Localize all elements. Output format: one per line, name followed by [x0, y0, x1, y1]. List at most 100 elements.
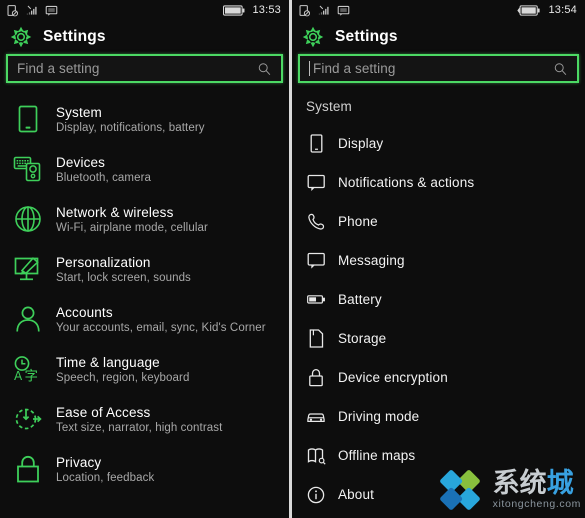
system-item-label: Storage	[338, 331, 387, 346]
phone-handset-icon	[306, 212, 326, 232]
right-header: Settings	[292, 20, 585, 54]
no-sim-icon	[7, 4, 19, 16]
settings-item-subtitle: Speech, region, keyboard	[56, 371, 190, 384]
settings-gear-icon	[302, 26, 324, 48]
left-header: Settings	[0, 20, 289, 54]
devices-icon	[13, 154, 43, 184]
settings-item-subtitle: Start, lock screen, sounds	[56, 271, 191, 284]
system-item-driving-mode[interactable]: Driving mode	[292, 397, 585, 436]
settings-item-subtitle: Location, feedback	[56, 471, 155, 484]
dual-screenshot: 13:53 Settings Find a setting System Dis…	[0, 0, 585, 518]
right-status-bar: 13:54	[292, 0, 585, 20]
settings-item-time-language[interactable]: A 字 Time & language Speech, region, keyb…	[0, 344, 289, 394]
system-settings-list: Display Notifications & actions Phone Me…	[292, 124, 585, 514]
settings-item-subtitle: Your accounts, email, sync, Kid's Corner	[56, 321, 266, 334]
system-item-phone[interactable]: Phone	[292, 202, 585, 241]
group-title-system: System	[306, 99, 352, 114]
system-item-about[interactable]: About	[292, 475, 585, 514]
settings-item-title: Ease of Access	[56, 404, 151, 420]
right-status-icons	[298, 4, 350, 17]
left-clock: 13:53	[252, 4, 281, 16]
settings-item-subtitle: Bluetooth, camera	[56, 171, 152, 184]
settings-item-privacy[interactable]: Privacy Location, feedback	[0, 444, 289, 494]
search-input[interactable]: Find a setting	[298, 54, 579, 83]
settings-item-subtitle: Wi-Fi, airplane mode, cellular	[56, 221, 208, 234]
offline-maps-icon	[306, 446, 326, 466]
settings-item-title: Time & language	[56, 354, 160, 370]
settings-item-accounts[interactable]: Accounts Your accounts, email, sync, Kid…	[0, 294, 289, 344]
left-settings-screen: 13:53 Settings Find a setting System Dis…	[0, 0, 289, 518]
system-item-label: Phone	[338, 214, 378, 229]
message-icon	[337, 5, 350, 16]
accounts-person-icon	[13, 304, 43, 334]
storage-icon	[306, 329, 326, 349]
system-item-label: Notifications & actions	[338, 175, 475, 190]
system-item-display[interactable]: Display	[292, 124, 585, 163]
settings-item-system[interactable]: System Display, notifications, battery	[0, 94, 289, 144]
right-page-title: Settings	[335, 28, 398, 45]
system-item-label: Driving mode	[338, 409, 420, 424]
battery-icon	[306, 290, 326, 310]
settings-item-ease-of-access[interactable]: Ease of Access Text size, narrator, high…	[0, 394, 289, 444]
settings-item-personalization[interactable]: Personalization Start, lock screen, soun…	[0, 244, 289, 294]
right-search-placeholder: Find a setting	[313, 61, 396, 76]
left-settings-list: System Display, notifications, battery D…	[0, 94, 289, 494]
privacy-lock-icon	[13, 454, 43, 484]
personalization-icon	[13, 254, 43, 284]
system-item-notifications[interactable]: Notifications & actions	[292, 163, 585, 202]
system-item-label: About	[338, 487, 375, 502]
settings-gear-icon	[10, 26, 32, 48]
settings-item-title: Network & wireless	[56, 204, 174, 220]
wifi-no-connection-icon	[318, 5, 329, 15]
settings-item-title: Accounts	[56, 304, 113, 320]
phone-system-icon	[13, 104, 43, 134]
system-item-messaging[interactable]: Messaging	[292, 241, 585, 280]
settings-item-subtitle: Text size, narrator, high contrast	[56, 421, 223, 434]
system-item-label: Battery	[338, 292, 382, 307]
messaging-icon	[306, 251, 326, 271]
settings-item-subtitle: Display, notifications, battery	[56, 121, 205, 134]
settings-item-network[interactable]: Network & wireless Wi-Fi, airplane mode,…	[0, 194, 289, 244]
left-search-wrap: Find a setting	[0, 54, 289, 83]
right-clock: 13:54	[548, 4, 577, 16]
system-item-storage[interactable]: Storage	[292, 319, 585, 358]
left-search-placeholder: Find a setting	[17, 61, 100, 76]
right-status-right: 13:54	[517, 4, 577, 16]
driving-mode-icon	[306, 407, 326, 427]
battery-charging-icon	[517, 4, 541, 16]
left-status-bar: 13:53	[0, 0, 289, 20]
system-item-offline-maps[interactable]: Offline maps	[292, 436, 585, 475]
left-page-title: Settings	[43, 28, 106, 45]
right-settings-screen: 13:54 Settings Find a setting System Dis…	[292, 0, 585, 518]
left-status-right: 13:53	[223, 4, 281, 16]
battery-icon	[223, 4, 245, 16]
device-encryption-icon	[306, 368, 326, 388]
globe-network-icon	[13, 204, 43, 234]
system-item-device-encryption[interactable]: Device encryption	[292, 358, 585, 397]
svg-text:A: A	[14, 369, 23, 383]
system-item-label: Offline maps	[338, 448, 416, 463]
no-sim-icon	[299, 4, 311, 16]
settings-item-title: Devices	[56, 154, 106, 170]
system-item-label: Device encryption	[338, 370, 448, 385]
settings-item-devices[interactable]: Devices Bluetooth, camera	[0, 144, 289, 194]
ease-of-access-icon	[13, 404, 43, 434]
about-info-icon	[306, 485, 326, 505]
system-item-label: Display	[338, 136, 384, 151]
settings-item-title: Privacy	[56, 454, 102, 470]
system-item-battery[interactable]: Battery	[292, 280, 585, 319]
search-icon[interactable]	[257, 61, 272, 76]
search-icon[interactable]	[553, 61, 568, 76]
svg-text:字: 字	[25, 369, 39, 384]
system-item-label: Messaging	[338, 253, 405, 268]
settings-item-title: Personalization	[56, 254, 151, 270]
wifi-no-connection-icon	[26, 5, 37, 15]
settings-item-title: System	[56, 104, 102, 120]
message-icon	[45, 5, 58, 16]
display-icon	[306, 134, 326, 154]
right-search-wrap: Find a setting	[292, 54, 585, 83]
notifications-icon	[306, 173, 326, 193]
time-language-icon: A 字	[13, 354, 43, 384]
search-input[interactable]: Find a setting	[6, 54, 283, 83]
left-status-icons	[6, 4, 58, 17]
